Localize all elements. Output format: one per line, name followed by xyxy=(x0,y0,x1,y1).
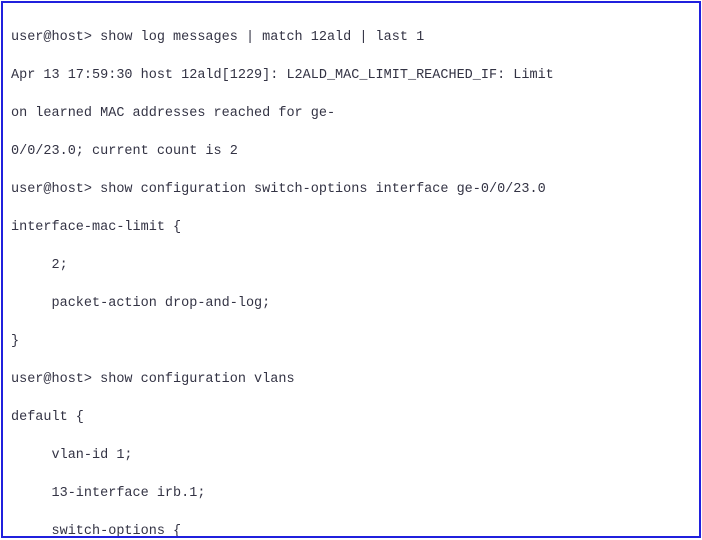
terminal-line: 2; xyxy=(11,256,691,275)
terminal-output: user@host> show log messages | match 12a… xyxy=(1,1,701,538)
terminal-line: interface-mac-limit { xyxy=(11,218,691,237)
terminal-line: } xyxy=(11,332,691,351)
terminal-line: on learned MAC addresses reached for ge- xyxy=(11,104,691,123)
terminal-line: 13-interface irb.1; xyxy=(11,484,691,503)
terminal-line: switch-options { xyxy=(11,522,691,538)
terminal-line: user@host> show configuration vlans xyxy=(11,370,691,389)
terminal-line: default { xyxy=(11,408,691,427)
terminal-line: packet-action drop-and-log; xyxy=(11,294,691,313)
terminal-line: user@host> show log messages | match 12a… xyxy=(11,28,691,47)
terminal-line: 0/0/23.0; current count is 2 xyxy=(11,142,691,161)
terminal-line: Apr 13 17:59:30 host 12ald[1229]: L2ALD_… xyxy=(11,66,691,85)
terminal-line: vlan-id 1; xyxy=(11,446,691,465)
terminal-line: user@host> show configuration switch-opt… xyxy=(11,180,691,199)
